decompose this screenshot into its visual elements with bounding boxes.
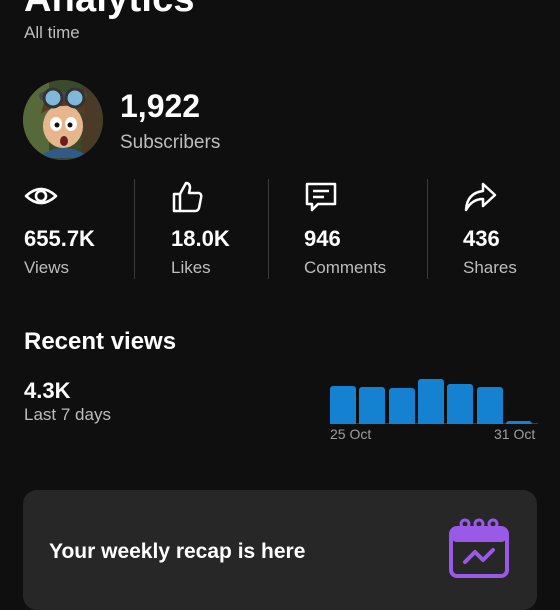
- page-title: Analytics: [24, 0, 195, 21]
- chart-bar: [447, 384, 474, 424]
- chart-x-end-label: 31 Oct: [494, 426, 536, 442]
- stat-views[interactable]: 655.7K Views: [24, 180, 95, 277]
- subscriber-label: Subscribers: [120, 132, 221, 153]
- chart-bar: [417, 379, 444, 424]
- channel-avatar[interactable]: [23, 80, 103, 160]
- views-value: 655.7K: [24, 226, 95, 251]
- thumbs-up-icon: [172, 181, 203, 213]
- cartoon-avatar-image: [23, 80, 103, 160]
- chart-x-start-label: 25 Oct: [330, 426, 372, 442]
- recent-views-chart[interactable]: [330, 370, 538, 424]
- stat-shares[interactable]: 436 Shares: [463, 180, 517, 277]
- comments-label: Comments: [304, 258, 387, 277]
- comment-icon: [305, 182, 337, 212]
- stat-divider: [134, 179, 135, 279]
- calendar-icon: [449, 518, 509, 578]
- share-icon: [464, 182, 497, 212]
- date-range-label[interactable]: All time: [24, 23, 80, 43]
- chart-bar: [388, 388, 415, 424]
- chart-bar: [359, 387, 386, 424]
- stat-comments[interactable]: 946 Comments: [304, 180, 386, 277]
- recent-views-value: 4.3K: [24, 378, 71, 403]
- recent-views-period: Last 7 days: [24, 405, 111, 424]
- recap-title: Your weekly recap is here: [49, 540, 306, 563]
- views-label: Views: [24, 258, 70, 277]
- likes-label: Likes: [171, 258, 211, 277]
- recent-views-title: Recent views: [24, 328, 177, 355]
- chart-bar: [476, 387, 503, 424]
- stat-likes[interactable]: 18.0K Likes: [171, 180, 230, 277]
- shares-label: Shares: [463, 258, 517, 277]
- subscriber-count: 1,922: [120, 88, 201, 124]
- chart-bar: [505, 421, 532, 424]
- weekly-recap-card[interactable]: Your weekly recap is here: [23, 490, 537, 610]
- shares-value: 436: [463, 226, 500, 251]
- likes-value: 18.0K: [171, 226, 230, 251]
- stat-divider: [427, 179, 428, 279]
- eye-icon: [24, 187, 58, 205]
- stat-divider: [268, 179, 269, 279]
- chart-bar: [330, 386, 356, 424]
- comments-value: 946: [304, 226, 341, 251]
